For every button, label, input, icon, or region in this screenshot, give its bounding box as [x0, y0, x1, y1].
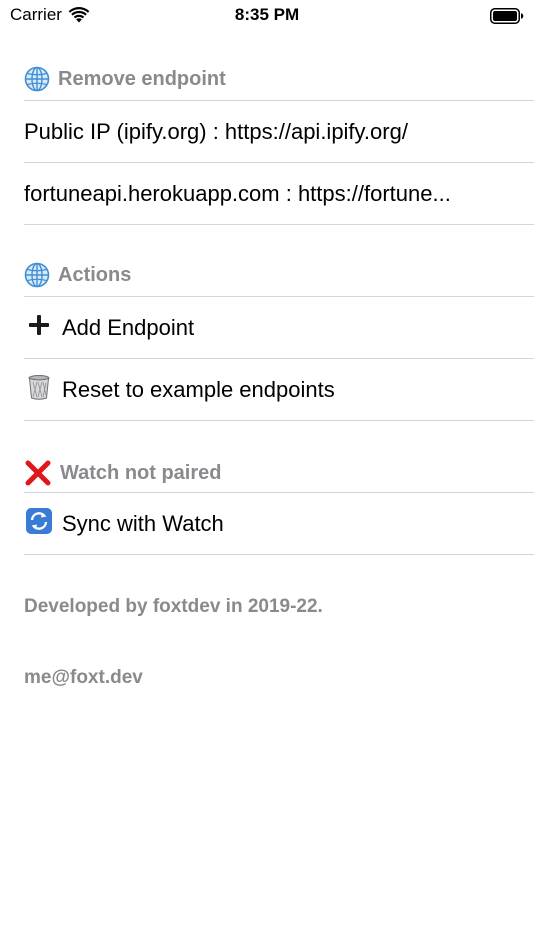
divider — [24, 420, 534, 421]
section-title: Watch not paired — [60, 461, 222, 484]
add-endpoint-label: Add Endpoint — [62, 315, 195, 340]
sync-icon-wrap — [24, 507, 54, 541]
endpoint-label: Public IP (ipify.org) : https://api.ipif… — [24, 119, 408, 144]
battery-icon — [490, 8, 524, 24]
contact-email: me@foxt.dev — [24, 667, 143, 688]
plus-icon-wrap — [24, 313, 54, 343]
endpoint-label: fortuneapi.herokuapp.com : https://fortu… — [24, 181, 451, 206]
section-header-remove-endpoint: Remove endpoint — [24, 66, 534, 92]
developer-credit: Developed by foxtdev in 2019-22. — [24, 596, 323, 617]
divider — [24, 224, 534, 225]
endpoint-row-ipify[interactable]: Public IP (ipify.org) : https://api.ipif… — [24, 101, 534, 163]
status-time: 8:35 PM — [234, 5, 300, 24]
globe-icon — [24, 262, 50, 288]
plus-icon — [29, 315, 49, 335]
reset-endpoints-label: Reset to example endpoints — [62, 377, 335, 402]
sync-with-watch-label: Sync with Watch — [62, 511, 224, 536]
x-icon — [25, 460, 51, 486]
reset-endpoints-button[interactable]: Reset to example endpoints — [24, 359, 534, 421]
endpoint-row-fortuneapi[interactable]: fortuneapi.herokuapp.com : https://fortu… — [24, 163, 534, 225]
section-header-watch-status: Watch not paired — [24, 459, 534, 487]
globe-icon — [24, 66, 50, 92]
divider — [24, 554, 534, 555]
add-endpoint-button[interactable]: Add Endpoint — [24, 297, 534, 359]
status-bar: Carrier 8:35 PM — [0, 0, 534, 34]
trash-icon-wrap — [24, 373, 54, 407]
sync-icon — [26, 508, 52, 534]
section-header-actions: Actions — [24, 262, 534, 288]
section-title: Remove endpoint — [58, 67, 226, 90]
sync-with-watch-button[interactable]: Sync with Watch — [24, 493, 534, 555]
section-title: Actions — [58, 263, 132, 286]
trash-icon — [28, 375, 50, 400]
